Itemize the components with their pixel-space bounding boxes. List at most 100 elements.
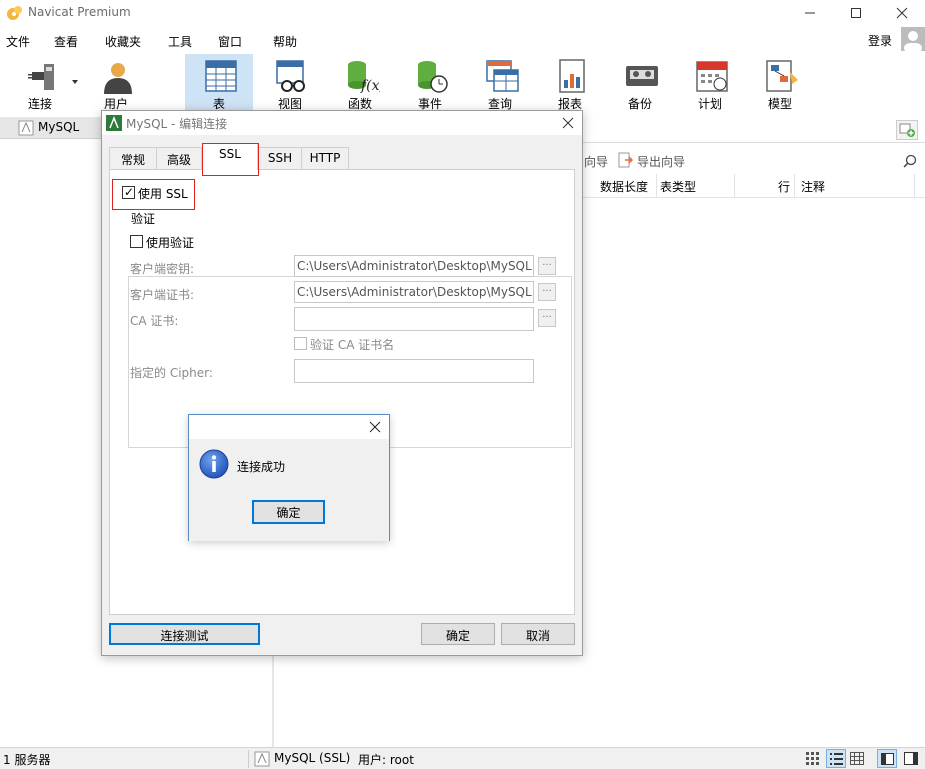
toolbar-schedule-button[interactable]: 计划 xyxy=(676,54,744,112)
main-toolbar: 连接 用户 表 视图 f(x) 函数 事件 xyxy=(0,54,925,112)
cancel-button[interactable]: 取消 xyxy=(501,623,575,645)
toolbar-connect-button[interactable]: 连接 xyxy=(6,54,78,112)
menu-favorites[interactable]: 收藏夹 xyxy=(105,33,141,50)
ca-cert-browse-button[interactable]: ... xyxy=(538,309,556,327)
toolbar-model-button[interactable]: 模型 xyxy=(746,54,814,112)
ok-button[interactable]: 确定 xyxy=(421,623,495,645)
use-auth-label: 使用验证 xyxy=(146,236,195,250)
auth-group-label: 验证 xyxy=(129,210,158,227)
toolbar-label: 备份 xyxy=(627,97,652,111)
dialog-close-button[interactable] xyxy=(558,113,578,133)
edit-connection-dialog: MySQL - 编辑连接 常规 高级 SSL SSH HTTP ✓ 使用 SSL… xyxy=(101,110,583,656)
toolbar-view-button[interactable]: 视图 xyxy=(256,54,324,112)
ca-cert-field[interactable] xyxy=(294,307,534,331)
toolbar-table-button[interactable]: 表 xyxy=(185,54,253,112)
maximize-icon xyxy=(851,8,861,18)
menu-view[interactable]: 查看 xyxy=(54,33,78,50)
detail-view-button[interactable] xyxy=(826,749,846,768)
schedule-icon xyxy=(696,61,728,92)
column-rows[interactable]: 行 xyxy=(778,178,790,195)
tab-general[interactable]: 常规 xyxy=(109,147,157,169)
maximize-button[interactable] xyxy=(833,0,879,26)
ca-cert-label: CA 证书: xyxy=(130,314,179,328)
connection-success-dialog: 连接成功 确定 xyxy=(188,414,390,541)
toolbar-query-button[interactable]: 查询 xyxy=(466,54,534,112)
test-connection-button[interactable]: 连接测试 xyxy=(109,623,260,645)
add-tab-icon xyxy=(899,123,915,137)
menu-help[interactable]: 帮助 xyxy=(273,33,297,50)
message-text: 连接成功 xyxy=(237,460,286,474)
verify-ca-checkbox[interactable] xyxy=(294,337,307,350)
import-wizard-button[interactable]: 向导 xyxy=(584,153,608,170)
use-auth-checkbox[interactable] xyxy=(130,235,143,248)
toolbar-event-button[interactable]: 事件 xyxy=(396,54,464,112)
mysql-connection-icon xyxy=(106,115,122,131)
detail-view-icon xyxy=(830,753,843,765)
column-comment[interactable]: 注释 xyxy=(801,178,825,195)
column-table-type[interactable]: 表类型 xyxy=(660,178,696,195)
menu-window[interactable]: 窗口 xyxy=(218,33,242,50)
list-view-icon[interactable] xyxy=(806,752,820,765)
tab-ssh[interactable]: SSH xyxy=(258,147,302,169)
column-separator xyxy=(734,174,735,198)
search-icon[interactable] xyxy=(903,154,917,168)
query-icon xyxy=(486,60,519,92)
minimize-button[interactable] xyxy=(787,0,833,26)
new-tab-button[interactable] xyxy=(896,120,918,140)
ssl-tab-panel: ✓ 使用 SSL 验证 使用验证 客户端密钥: C:\Users\Adminis… xyxy=(109,169,575,615)
event-icon xyxy=(418,61,448,93)
close-window-button[interactable] xyxy=(879,0,925,26)
client-key-field[interactable]: C:\Users\Administrator\Desktop\MySQL xyxy=(294,255,534,277)
chevron-down-icon xyxy=(72,80,78,84)
toolbar-label: 计划 xyxy=(697,97,722,111)
menu-bar: 文件 查看 收藏夹 工具 窗口 帮助 xyxy=(0,28,925,52)
column-separator xyxy=(794,174,795,198)
toolbar-label: 连接 xyxy=(27,97,52,111)
server-count: 1 服务器 xyxy=(3,753,51,767)
svg-text:f(x): f(x) xyxy=(360,78,380,94)
cipher-label: 指定的 Cipher: xyxy=(130,366,213,380)
connection-icon xyxy=(18,120,34,136)
message-close-button[interactable] xyxy=(365,417,385,437)
status-bar: 1 服务器 MySQL (SSL) 用户: root xyxy=(0,747,925,769)
close-icon xyxy=(369,421,381,433)
column-separator xyxy=(914,174,915,198)
message-ok-button[interactable]: 确定 xyxy=(252,500,325,524)
close-icon xyxy=(896,7,908,19)
info-icon xyxy=(199,449,229,479)
status-user: 用户: root xyxy=(358,753,414,767)
cipher-field[interactable] xyxy=(294,359,534,383)
tab-http[interactable]: HTTP xyxy=(301,147,349,169)
info-pane-icon[interactable] xyxy=(904,752,918,765)
client-cert-label: 客户端证书: xyxy=(130,288,195,302)
nav-tab-label: MySQL xyxy=(38,120,80,134)
er-view-icon[interactable] xyxy=(850,752,864,765)
nav-pane-icon xyxy=(881,753,894,765)
plug-icon xyxy=(28,64,54,90)
message-title-bar[interactable] xyxy=(189,415,389,439)
export-wizard-button[interactable]: 导出向导 xyxy=(637,153,685,170)
toolbar-backup-button[interactable]: 备份 xyxy=(606,54,674,112)
menu-tools[interactable]: 工具 xyxy=(168,33,192,50)
client-key-browse-button[interactable]: ... xyxy=(538,257,556,275)
toolbar-user-button[interactable]: 用户 xyxy=(82,54,150,112)
login-link[interactable]: 登录 xyxy=(868,32,892,49)
app-title: Navicat Premium xyxy=(28,5,131,19)
avatar[interactable] xyxy=(901,27,925,51)
tab-advanced[interactable]: 高级 xyxy=(156,147,202,169)
client-cert-browse-button[interactable]: ... xyxy=(538,283,556,301)
toggle-nav-pane-button[interactable] xyxy=(877,749,897,768)
menu-file[interactable]: 文件 xyxy=(6,33,30,50)
column-data-length[interactable]: 数据长度 xyxy=(600,178,648,195)
user-icon xyxy=(104,63,132,94)
toolbar-label: 模型 xyxy=(767,97,792,111)
model-icon xyxy=(766,60,798,92)
toolbar-function-button[interactable]: f(x) 函数 xyxy=(326,54,394,112)
toolbar-report-button[interactable]: 报表 xyxy=(536,54,604,112)
function-icon: f(x) xyxy=(348,61,380,94)
connection-icon xyxy=(254,751,270,767)
column-separator xyxy=(656,174,657,198)
client-cert-field[interactable]: C:\Users\Administrator\Desktop\MySQL xyxy=(294,281,534,303)
report-icon xyxy=(559,59,585,93)
backup-icon xyxy=(626,66,658,86)
